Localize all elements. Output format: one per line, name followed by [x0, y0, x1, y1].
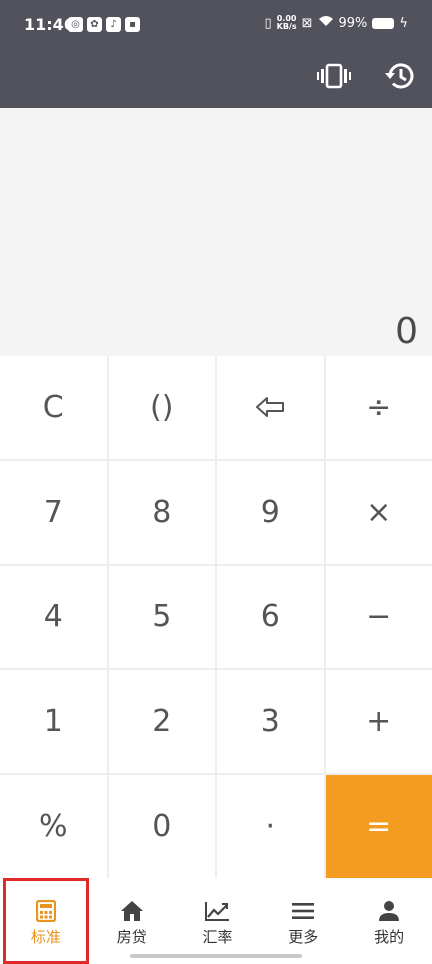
history-button[interactable]: [382, 58, 418, 94]
wifi-icon: [318, 15, 334, 31]
network-speed: 0.00 KB/s: [277, 15, 297, 31]
percent-button[interactable]: %: [0, 775, 107, 878]
menu-icon: [292, 903, 315, 919]
result-display: 0: [0, 108, 432, 356]
status-bar: 11:46 ◎ ✿ ♪ ▪ ▯ 0.00 KB/s ⊠ 99% ϟ: [0, 0, 432, 52]
home-indicator[interactable]: [130, 954, 302, 958]
status-right: ▯ 0.00 KB/s ⊠ 99% ϟ: [264, 15, 408, 31]
minus-button[interactable]: −: [325, 565, 432, 669]
digit-7-button[interactable]: 7: [0, 460, 107, 564]
digit-8-button[interactable]: 8: [108, 460, 215, 564]
bottom-nav: 标准 房贷 汇率 更多 我的: [0, 878, 432, 964]
sim-icon: ⊠: [301, 15, 313, 31]
divide-button[interactable]: ÷: [325, 356, 432, 459]
digit-1-button[interactable]: 1: [0, 670, 107, 774]
home-icon: [120, 901, 143, 921]
app-notification-icon: ◎: [68, 17, 83, 32]
vibrate-button[interactable]: [316, 58, 352, 94]
user-icon: [379, 901, 400, 921]
digit-3-button[interactable]: 3: [217, 670, 324, 774]
vibrate-icon: [317, 63, 351, 89]
parentheses-button[interactable]: (): [108, 356, 215, 459]
tab-mine-label: 我的: [374, 928, 405, 946]
digit-5-button[interactable]: 5: [108, 565, 215, 669]
tab-standard[interactable]: 标准: [3, 878, 89, 964]
app-notification-icon: ▪: [125, 17, 140, 32]
clear-button[interactable]: C: [0, 356, 107, 459]
notification-icons: ◎ ✿ ♪ ▪: [68, 17, 140, 32]
backspace-icon: [256, 397, 285, 418]
plus-button[interactable]: +: [325, 670, 432, 774]
chart-line-icon: [205, 902, 230, 921]
app-notification-icon: ✿: [87, 17, 102, 32]
digit-4-button[interactable]: 4: [0, 565, 107, 669]
top-bar: 11:46 ◎ ✿ ♪ ▪ ▯ 0.00 KB/s ⊠ 99% ϟ: [0, 0, 432, 108]
decimal-point-button[interactable]: ·: [217, 775, 324, 878]
digit-2-button[interactable]: 2: [108, 670, 215, 774]
equals-button[interactable]: =: [325, 775, 432, 878]
tab-exchange-rate[interactable]: 汇率: [175, 878, 261, 964]
charging-icon: ϟ: [399, 15, 408, 31]
tab-mortgage-label: 房贷: [116, 928, 147, 946]
battery-percent: 99%: [338, 15, 368, 31]
digit-9-button[interactable]: 9: [217, 460, 324, 564]
digit-0-button[interactable]: 0: [108, 775, 215, 878]
keypad: C () ÷ 7 8 9 × 4 5 6 − 1 2 3 + % 0 · =: [0, 356, 432, 878]
tab-more-label: 更多: [288, 928, 319, 946]
digit-6-button[interactable]: 6: [217, 565, 324, 669]
vibrate-status-icon: ▯: [264, 15, 272, 31]
multiply-button[interactable]: ×: [325, 460, 432, 564]
display-value: 0: [395, 311, 418, 352]
backspace-button[interactable]: [217, 356, 324, 459]
history-icon: [385, 63, 414, 89]
tab-mortgage[interactable]: 房贷: [89, 878, 175, 964]
tab-more[interactable]: 更多: [260, 878, 346, 964]
calculator-icon: [35, 900, 56, 922]
battery-icon: [372, 17, 395, 29]
tab-mine[interactable]: 我的: [346, 878, 432, 964]
tab-exchange-label: 汇率: [202, 928, 233, 946]
tiktok-icon: ♪: [106, 17, 121, 32]
tab-standard-label: 标准: [30, 928, 61, 946]
net-speed-unit: KB/s: [276, 22, 297, 31]
